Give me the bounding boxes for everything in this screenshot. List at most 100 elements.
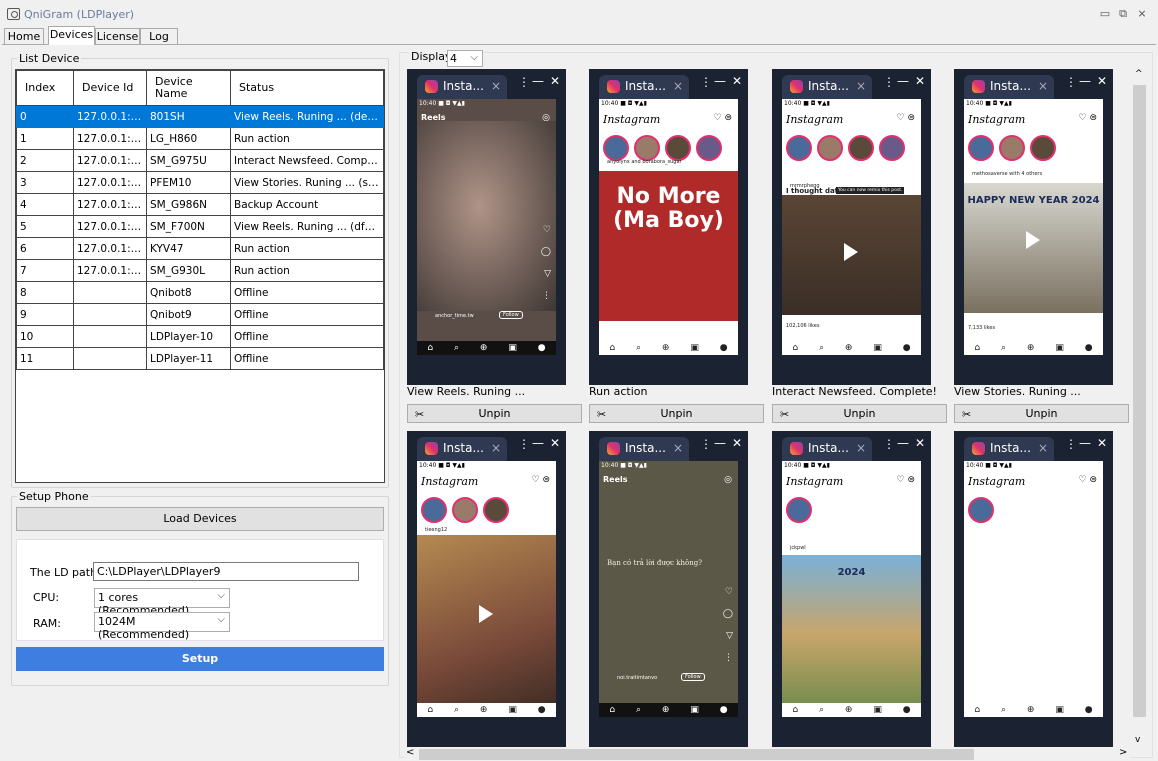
story-avatar[interactable] xyxy=(665,135,691,161)
tab-devices[interactable]: Devices xyxy=(48,26,95,45)
minimize-icon[interactable]: — xyxy=(1079,436,1091,450)
table-row[interactable]: 4127.0.0.1:5563SM_G986NBackup Account xyxy=(16,193,384,216)
tab-close-icon[interactable]: × xyxy=(1038,441,1048,455)
reel-action-icon[interactable]: ♡ xyxy=(543,225,551,235)
post-media[interactable]: No More (Ma Boy) xyxy=(599,171,738,321)
reel-video[interactable] xyxy=(417,121,556,311)
emulator-window[interactable]: Insta... × ⋮ — ✕ 10:40 ■ ◘ ▼▲▮ Instagram ♡ ⊜ 202… xyxy=(772,431,931,747)
table-row[interactable]: 9 Qnibot9 Offline xyxy=(16,303,384,326)
browser-tab[interactable]: Insta... × xyxy=(964,75,1054,99)
scroll-down-icon[interactable]: v xyxy=(1135,735,1140,745)
horizontal-scrollbar[interactable]: < > xyxy=(403,747,1130,761)
more-icon[interactable]: ⋮ xyxy=(518,75,530,89)
heart-messenger-icon[interactable]: ♡ ⊜ xyxy=(714,113,732,123)
col-device-name[interactable]: Device Name xyxy=(146,70,231,106)
phone-screen[interactable]: 10:40 ■ ◘ ▼▲▮ Instagram ♡ ⊜ 2024 jckpwl ⌂ ⌕ ⊕ ▣ ● xyxy=(782,461,921,717)
nav-icon[interactable]: ⌕ xyxy=(819,343,824,353)
tab-close-icon[interactable]: × xyxy=(491,79,501,93)
close-icon[interactable]: ✕ xyxy=(1097,74,1107,88)
phone-grid-panel[interactable]: Insta... × ⋮ — ✕ 10:40 ■ ◘ ▼▲▮ Reels ◎ anchor_ti… xyxy=(403,69,1130,750)
tab-home[interactable]: Home xyxy=(4,28,44,45)
col-status[interactable]: Status xyxy=(230,70,384,106)
minimize-icon[interactable]: — xyxy=(714,436,726,450)
nav-icon[interactable]: ▣ xyxy=(508,343,517,353)
tab-close-icon[interactable]: × xyxy=(673,79,683,93)
reel-action-icon[interactable]: ⋮ xyxy=(724,653,733,663)
more-icon[interactable]: ⋮ xyxy=(883,437,895,451)
nav-icon[interactable]: ⊕ xyxy=(662,343,670,353)
story-avatar[interactable] xyxy=(968,497,994,523)
browser-tab[interactable]: Insta... × xyxy=(417,75,507,99)
close-icon[interactable]: ✕ xyxy=(915,74,925,88)
heart-messenger-icon[interactable]: ♡ ⊜ xyxy=(897,113,915,123)
reel-action-icon[interactable]: ▽ xyxy=(544,269,551,279)
heart-messenger-icon[interactable]: ♡ ⊜ xyxy=(532,475,550,485)
story-avatar[interactable] xyxy=(817,135,843,161)
vertical-scroll-thumb[interactable] xyxy=(1133,85,1146,717)
post-media[interactable]: 2024 xyxy=(782,555,921,715)
play-icon[interactable] xyxy=(479,605,493,623)
close-icon[interactable]: ✕ xyxy=(550,436,560,450)
nav-icon[interactable]: ⌕ xyxy=(454,705,459,715)
nav-icon[interactable]: ⌂ xyxy=(792,343,798,353)
minimize-icon[interactable]: ▭ xyxy=(1096,6,1114,22)
setup-button[interactable]: Setup xyxy=(16,647,384,671)
nav-icon[interactable]: ⌂ xyxy=(609,705,615,715)
follow-button[interactable]: Follow xyxy=(681,673,705,681)
nav-icon[interactable]: ⌂ xyxy=(609,343,615,353)
reel-action-icon[interactable]: ◯ xyxy=(541,247,551,257)
nav-icon[interactable]: ● xyxy=(903,343,911,353)
follow-button[interactable]: Follow xyxy=(499,311,523,319)
emulator-window[interactable]: Insta... × ⋮ — ✕ 10:40 ■ ◘ ▼▲▮ Instagram ♡ ⊜ mrm… xyxy=(772,69,931,385)
heart-messenger-icon[interactable]: ♡ ⊜ xyxy=(897,475,915,485)
scroll-up-icon[interactable]: ^ xyxy=(1135,69,1143,79)
tab-license[interactable]: License xyxy=(95,28,140,45)
story-avatar[interactable] xyxy=(603,135,629,161)
phone-screen[interactable]: 10:40 ■ ◘ ▼▲▮ Instagram ♡ ⊜ No More (Ma Boy… xyxy=(599,99,738,355)
cpu-select[interactable]: 1 cores (Recommended) ⌵ xyxy=(94,588,230,617)
scroll-left-icon[interactable]: < xyxy=(406,747,414,758)
nav-icon[interactable]: ⊕ xyxy=(845,343,853,353)
reel-action-icon[interactable]: ♡ xyxy=(725,587,733,597)
nav-icon[interactable]: ▣ xyxy=(690,705,699,715)
table-row[interactable]: 11 LDPlayer-11 Offline xyxy=(16,347,384,370)
table-row[interactable]: 10 LDPlayer-10 Offline xyxy=(16,325,384,348)
nav-icon[interactable]: ⌂ xyxy=(974,705,980,715)
tab-close-icon[interactable]: × xyxy=(1038,79,1048,93)
minimize-icon[interactable]: — xyxy=(532,74,544,88)
nav-icon[interactable]: ⊕ xyxy=(1027,343,1035,353)
play-icon[interactable] xyxy=(844,243,858,261)
table-row[interactable]: 0127.0.0.1:5555801SHView Reels. Runing .… xyxy=(16,105,384,128)
heart-messenger-icon[interactable]: ♡ ⊜ xyxy=(1079,475,1097,485)
nav-icon[interactable]: ● xyxy=(903,705,911,715)
table-row[interactable]: 8 Qnibot8 Offline xyxy=(16,281,384,304)
story-avatar[interactable] xyxy=(452,497,478,523)
nav-icon[interactable]: ⌕ xyxy=(636,343,641,353)
table-row[interactable]: 5127.0.0.1:5565SM_F700NView Reels. Runin… xyxy=(16,215,384,238)
minimize-icon[interactable]: — xyxy=(714,74,726,88)
tab-close-icon[interactable]: × xyxy=(673,441,683,455)
nav-icon[interactable]: ▣ xyxy=(873,705,882,715)
table-row[interactable]: 3127.0.0.1:5561PFEM10View Stories. Runin… xyxy=(16,171,384,194)
unpin-button[interactable]: ✂ Unpin xyxy=(772,404,947,423)
story-avatar[interactable] xyxy=(634,135,660,161)
close-icon[interactable]: ✕ xyxy=(550,74,560,88)
nav-icon[interactable]: ⌕ xyxy=(819,705,824,715)
nav-icon[interactable]: ▣ xyxy=(690,343,699,353)
unpin-button[interactable]: ✂ Unpin xyxy=(954,404,1129,423)
browser-tab[interactable]: Insta... × xyxy=(964,437,1054,461)
story-avatar[interactable] xyxy=(879,135,905,161)
play-icon[interactable] xyxy=(1026,231,1040,249)
story-avatar[interactable] xyxy=(999,135,1025,161)
nav-icon[interactable]: ● xyxy=(538,705,546,715)
story-avatar[interactable] xyxy=(786,135,812,161)
post-media[interactable]: HAPPY NEW YEAR 2024 xyxy=(964,183,1103,313)
phone-screen[interactable]: 10:40 ■ ◘ ▼▲▮ Reels ◎ Bạn có trả lời được k… xyxy=(599,461,738,717)
nav-icon[interactable]: ● xyxy=(1085,343,1093,353)
nav-icon[interactable]: ⌂ xyxy=(427,705,433,715)
more-icon[interactable]: ⋮ xyxy=(1065,75,1077,89)
post-media[interactable] xyxy=(417,535,556,715)
emulator-window[interactable]: Insta... × ⋮ — ✕ 10:40 ■ ◘ ▼▲▮ Reels ◎ Bạn có tr… xyxy=(589,431,748,747)
story-avatar[interactable] xyxy=(848,135,874,161)
load-devices-button[interactable]: Load Devices xyxy=(16,507,384,531)
